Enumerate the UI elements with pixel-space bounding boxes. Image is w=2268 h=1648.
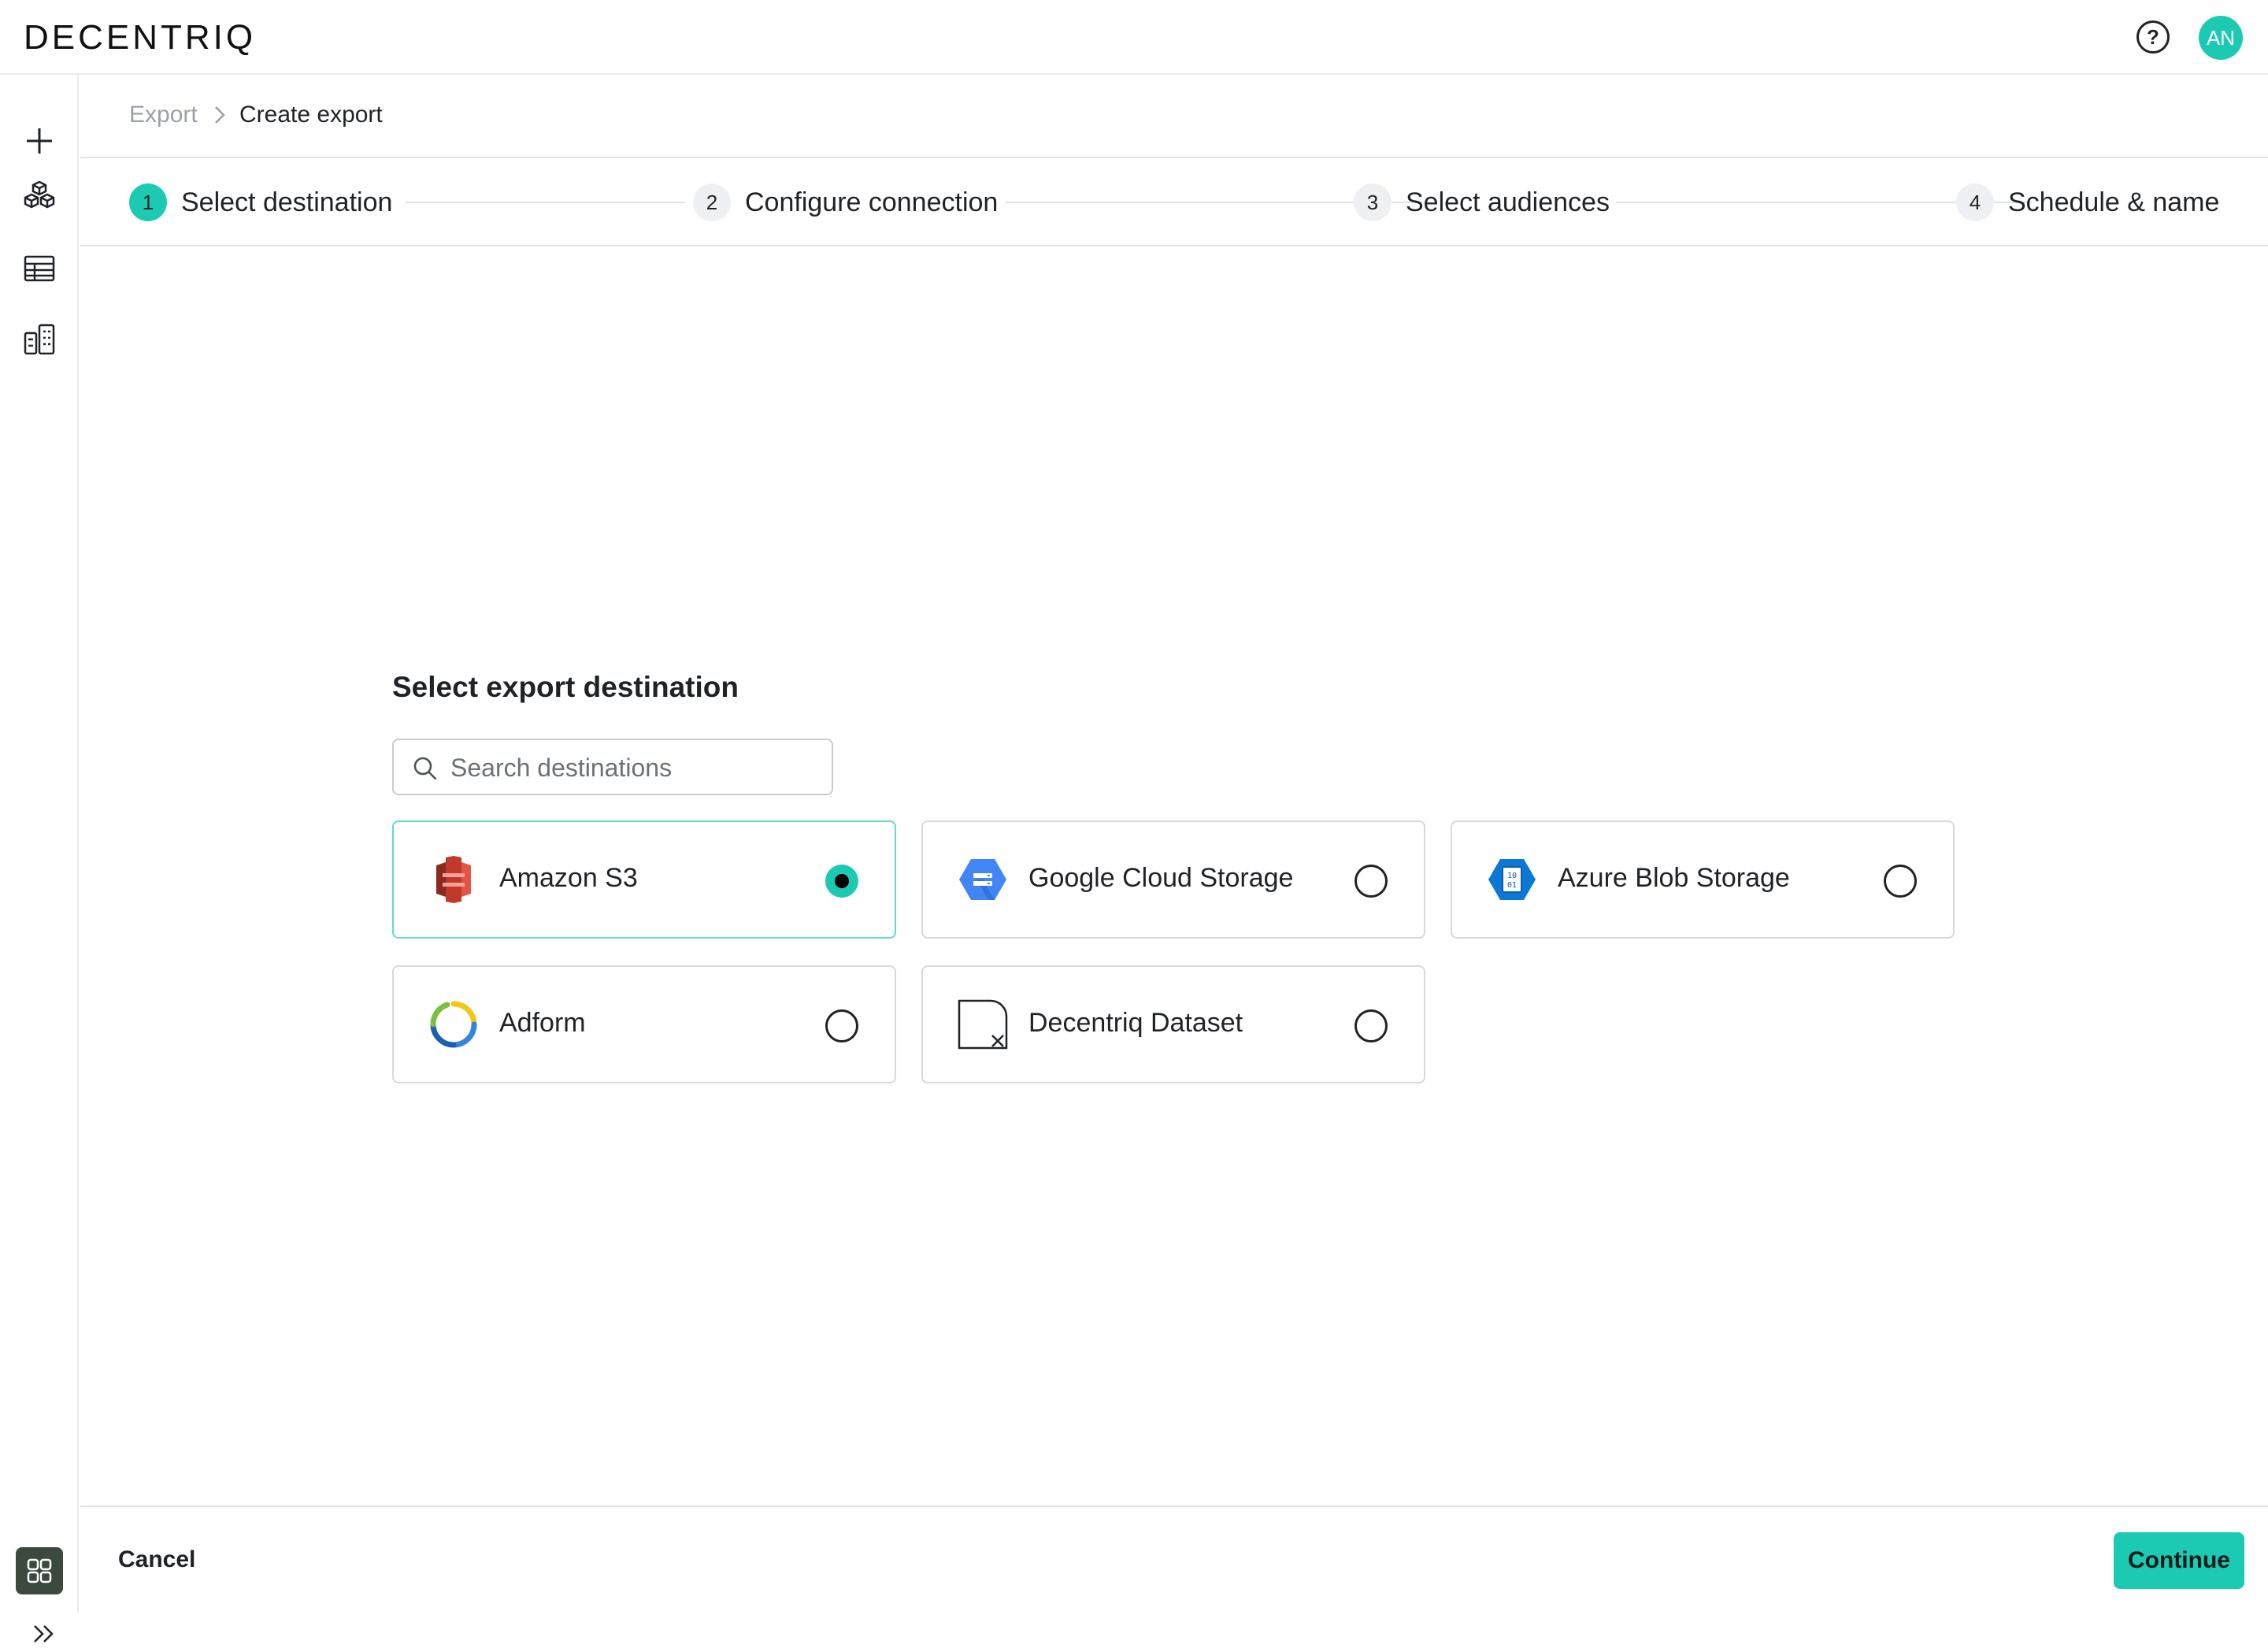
destination-card-azure-blob-storage[interactable]: 10 01 Azure Blob Storage: [1451, 820, 1955, 939]
search-box: [392, 739, 833, 795]
sidebar: [0, 75, 79, 1642]
destination-card-decentriq-dataset[interactable]: Decentriq Dataset: [921, 965, 1425, 1083]
destination-label: Amazon S3: [499, 863, 638, 893]
step-connector: [405, 202, 685, 203]
grid-app-icon[interactable]: [16, 1547, 63, 1594]
radio-button[interactable]: [825, 1009, 858, 1042]
azure-blob-storage-icon: 10 01: [1487, 854, 1537, 905]
page-title: Select export destination: [392, 671, 739, 703]
step-select-destination: 1 Select destination: [129, 183, 392, 221]
search-input[interactable]: [449, 740, 822, 795]
building-icon[interactable]: [20, 320, 58, 358]
step-label: Select destination: [181, 187, 393, 217]
breadcrumb-current: Create export: [239, 102, 383, 128]
radio-button[interactable]: [1354, 865, 1388, 898]
step-number: 3: [1354, 183, 1392, 221]
destination-card-adform[interactable]: Adform: [392, 965, 896, 1083]
cubes-icon[interactable]: [20, 177, 58, 215]
svg-text:01: 01: [1507, 881, 1517, 890]
double-chevron-right-icon[interactable]: [30, 1620, 58, 1648]
plus-icon[interactable]: [20, 122, 58, 160]
step-number: 2: [693, 183, 731, 221]
question-circle-icon[interactable]: ?: [2136, 20, 2170, 54]
destination-card-amazon-s3[interactable]: Amazon S3: [392, 820, 896, 939]
google-cloud-storage-icon: [958, 854, 1008, 905]
destination-card-google-cloud-storage[interactable]: Google Cloud Storage: [921, 820, 1425, 939]
step-schedule-and-name: 4 Schedule & name: [1956, 183, 2219, 221]
step-label: Select audiences: [1406, 187, 1610, 217]
avatar[interactable]: AN: [2199, 16, 2243, 60]
breadcrumb: Export Create export: [80, 75, 2268, 158]
svg-text:10: 10: [1507, 872, 1517, 880]
step-configure-connection: 2 Configure connection: [693, 183, 998, 221]
logo[interactable]: DECENTRIQ: [24, 19, 256, 57]
cancel-button[interactable]: Cancel: [118, 1546, 195, 1573]
table-icon[interactable]: [20, 250, 58, 287]
radio-button-selected[interactable]: [825, 865, 858, 898]
top-bar: DECENTRIQ ? AN: [0, 0, 2268, 75]
destination-label: Azure Blob Storage: [1558, 863, 1790, 893]
radio-button[interactable]: [1354, 1009, 1388, 1042]
destination-label: Decentriq Dataset: [1028, 1008, 1243, 1038]
adform-icon: [428, 999, 479, 1050]
destination-label: Adform: [499, 1008, 586, 1038]
search-icon: [411, 754, 439, 783]
step-number: 4: [1956, 183, 1994, 221]
decentriq-dataset-icon: [958, 999, 1008, 1050]
chevron-right-icon: [211, 105, 228, 125]
stepper: 1 Select destination 2 Configure connect…: [80, 158, 2268, 246]
continue-button[interactable]: Continue: [2114, 1532, 2244, 1589]
step-number: 1: [129, 183, 167, 221]
amazon-s3-icon: [428, 854, 479, 905]
destination-label: Google Cloud Storage: [1028, 863, 1294, 893]
step-label: Schedule & name: [2008, 187, 2220, 217]
breadcrumb-export-link[interactable]: Export: [129, 102, 198, 128]
step-select-audiences: 3 Select audiences: [1354, 183, 1610, 221]
radio-button[interactable]: [1884, 865, 1917, 898]
step-label: Configure connection: [745, 187, 999, 217]
footer: Cancel Continue: [80, 1505, 2268, 1613]
